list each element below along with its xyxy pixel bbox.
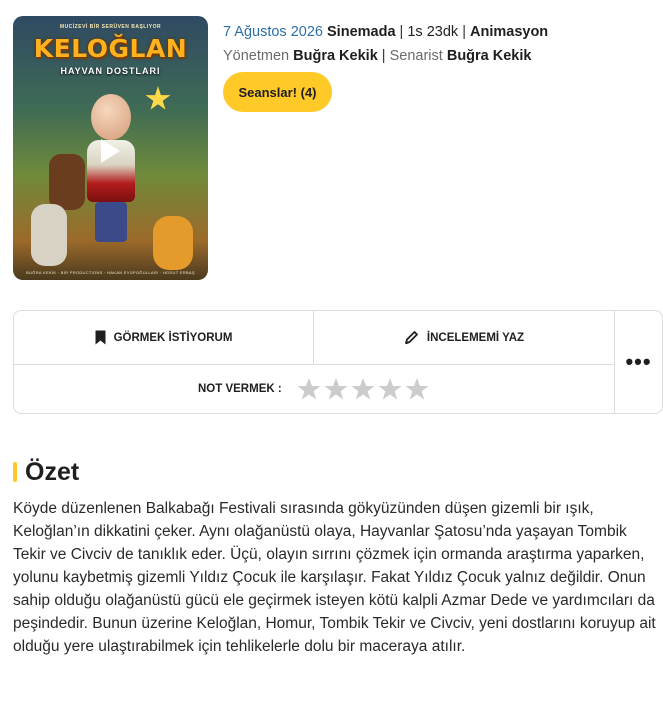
duration: 1s 23dk (407, 24, 459, 40)
pencil-icon (405, 331, 418, 345)
star-icon[interactable] (297, 377, 321, 401)
play-icon[interactable] (99, 138, 121, 164)
want-to-watch-button[interactable]: GÖRMEK İSTİYORUM (14, 311, 314, 364)
director-label: Yönetmen (223, 48, 290, 64)
summary-title: Özet (25, 457, 80, 486)
director-link[interactable]: Buğra Kekik (293, 48, 378, 64)
star-icon[interactable] (351, 377, 375, 401)
bookmark-icon (95, 330, 106, 345)
rating-row: NOT VERMEK : (14, 365, 614, 413)
summary-text: Köyde düzenlenen Balkabağı Festivali sır… (13, 500, 656, 655)
poster-character (95, 202, 127, 242)
release-date-link[interactable]: 7 Ağustos 2026 (223, 24, 323, 40)
heading-accent-bar (13, 462, 17, 482)
write-review-label: İNCELEMEMİ YAZ (426, 331, 525, 344)
poster-character (91, 94, 131, 140)
write-review-button[interactable]: İNCELEMEMİ YAZ (314, 311, 614, 364)
more-options-button[interactable]: ••• (615, 311, 662, 413)
separator: | (381, 48, 386, 64)
action-panel: GÖRMEK İSTİYORUM İNCELEMEMİ YAZ ••• NOT … (13, 310, 663, 414)
writer-label: Senarist (389, 48, 443, 64)
meta-line-2: Yönetmen Buğra Kekik | Senarist Buğra Ke… (223, 44, 548, 68)
poster-character (145, 86, 171, 110)
poster-tagline: MUCİZEVİ BİR SERÜVEN BAŞLIYOR (59, 24, 162, 30)
star-icon[interactable] (324, 377, 348, 401)
genre-link[interactable]: Animasyon (470, 24, 548, 40)
meta-line-1: 7 Ağustos 2026 Sinemada | 1s 23dk | Anim… (223, 20, 548, 44)
star-icon[interactable] (378, 377, 402, 401)
poster-subtitle: HAYVAN DOSTLARI (60, 66, 161, 76)
poster-title: KELOĞLAN (33, 34, 188, 63)
poster-credits: BUĞRA KEKİK · BİR PRODUCTIONS · HAKAN EY… (26, 270, 195, 275)
star-icon[interactable] (405, 377, 429, 401)
want-to-watch-label: GÖRMEK İSTİYORUM (113, 331, 233, 344)
poster-character (153, 216, 193, 270)
movie-meta: 7 Ağustos 2026 Sinemada | 1s 23dk | Anim… (223, 20, 548, 68)
separator: | (399, 24, 404, 40)
poster-character (31, 204, 67, 266)
writer-link[interactable]: Buğra Kekik (447, 48, 532, 64)
poster-character (49, 154, 85, 210)
separator: | (462, 24, 466, 40)
summary-heading: Özet (13, 456, 79, 488)
star-rating[interactable] (297, 377, 429, 401)
showtimes-button[interactable]: Seanslar! (4) (223, 72, 332, 112)
release-status: Sinemada (327, 24, 396, 40)
rating-label: NOT VERMEK : (198, 383, 282, 395)
movie-poster[interactable]: MUCİZEVİ BİR SERÜVEN BAŞLIYOR KELOĞLAN H… (13, 16, 208, 280)
